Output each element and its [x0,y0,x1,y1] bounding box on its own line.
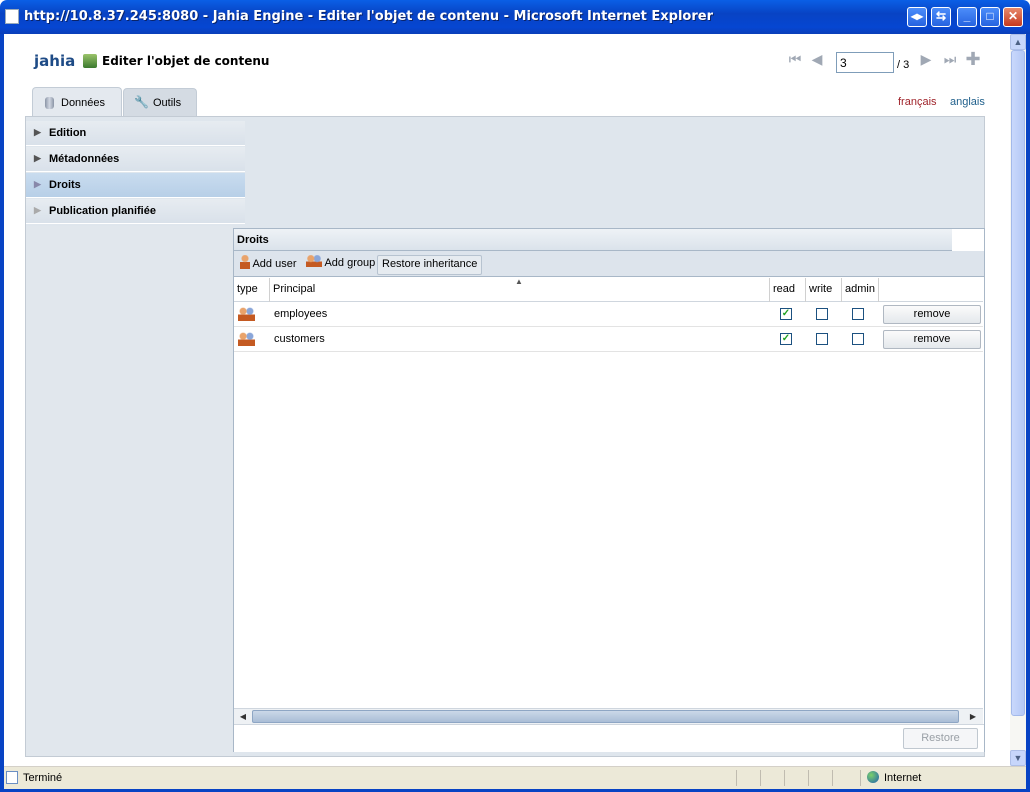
sort-ascending-icon: ▲ [515,277,523,286]
status-bar: Terminé Internet [4,766,1026,789]
group-icon [238,307,255,321]
accordion-droits[interactable]: ▶ Droits [26,173,245,198]
accordion-droits-label: Droits [49,179,81,191]
remove-button[interactable]: remove [883,330,981,349]
col-read[interactable]: read [770,278,806,302]
col-write[interactable]: write [806,278,842,302]
status-divider [860,770,861,786]
rights-toolbar: Add user Add group Restore inheritance [234,251,984,277]
page-total: / 3 [897,59,910,71]
page-title: Editer l'objet de contenu [102,54,270,68]
group-icon [238,332,255,346]
admin-checkbox[interactable] [852,333,864,345]
first-page-icon[interactable]: ⏮ [787,51,803,67]
accordion-metadonnees[interactable]: ▶ Métadonnées [26,147,245,172]
add-user-label: Add user [252,258,297,270]
scroll-left-arrow[interactable]: ◀ [235,710,251,723]
left-column [26,226,233,756]
scroll-up-arrow[interactable]: ▲ [1010,34,1026,50]
tab-donnees-label: Données [61,97,106,109]
accordion-edition-label: Edition [49,127,87,139]
window-title-bar[interactable]: http://10.8.37.245:8080 - Jahia Engine -… [0,0,1030,34]
status-divider [736,770,737,786]
zone-label: Internet [884,772,922,784]
expand-arrow-icon: ▶ [34,205,41,215]
lang-francais-link[interactable]: français [898,96,937,108]
previous-page-icon[interactable]: ◀ [809,51,825,67]
jahia-logo: jahia [34,52,76,70]
admin-checkbox[interactable] [852,308,864,320]
minimize-button[interactable]: _ [957,7,977,27]
col-admin[interactable]: admin [842,278,879,302]
table-row[interactable]: customers ✓ remove [234,327,983,352]
tab-donnees[interactable]: Données [32,87,122,118]
next-page-icon[interactable]: ▶ [918,51,934,67]
read-checkbox[interactable]: ✓ [780,308,792,320]
principal-name: employees [274,308,328,320]
horizontal-scrollbar[interactable]: ◀ ▶ [234,708,983,724]
tab-outils-label: Outils [153,97,182,109]
add-group-button[interactable]: Add group [306,255,375,273]
restore-button[interactable]: Restore [903,728,978,749]
rights-panel-header: Droits [234,229,952,251]
extra-window-button-2[interactable]: ⇆ [931,7,951,27]
status-divider [784,770,785,786]
write-checkbox[interactable] [816,333,828,345]
scroll-right-arrow[interactable]: ▶ [965,710,981,723]
vertical-scrollbar[interactable]: ▲ ▼ [1010,34,1026,766]
ie-page-icon [5,9,19,24]
rights-panel-title: Droits [237,234,269,246]
hscroll-thumb[interactable] [252,710,959,723]
rights-grid-header: type Principal ▲ read write admin [234,277,983,302]
globe-icon [867,771,879,783]
status-divider [760,770,761,786]
col-type[interactable]: type [234,278,270,302]
status-divider [832,770,833,786]
status-divider [808,770,809,786]
table-row[interactable]: employees ✓ remove [234,302,983,327]
col-actions [879,278,983,302]
add-group-label: Add group [324,257,376,269]
accordion-edition[interactable]: ▶ Edition [26,121,245,146]
tab-outils[interactable]: 🔧 Outils [123,88,197,116]
accordion-metadonnees-label: Métadonnées [49,153,120,165]
maximize-button[interactable]: □ [980,7,1000,27]
scroll-thumb[interactable] [1011,50,1025,716]
scroll-down-arrow[interactable]: ▼ [1010,750,1026,766]
accordion-publication-label: Publication planifiée [49,205,156,217]
expand-arrow-icon: ▶ [34,127,41,137]
window-frame-left [0,34,4,792]
close-button[interactable]: ✕ [1003,7,1023,27]
add-user-button[interactable]: Add user [240,255,296,273]
group-icon [306,255,322,267]
page-number-input[interactable] [836,52,894,73]
database-icon [45,97,54,109]
window-title: http://10.8.37.245:8080 - Jahia Engine -… [24,9,713,24]
write-checkbox[interactable] [816,308,828,320]
add-icon[interactable]: ✚ [965,50,981,68]
read-checkbox[interactable]: ✓ [780,333,792,345]
wrench-icon: 🔧 [134,95,149,109]
restore-inheritance-button[interactable]: Restore inheritance [377,255,483,275]
content-object-icon [83,54,97,68]
status-text: Terminé [23,772,63,784]
rights-footer [234,724,984,752]
remove-button[interactable]: remove [883,305,981,324]
lang-anglais-link[interactable]: anglais [950,96,985,108]
expand-arrow-icon: ▶ [34,153,41,163]
window-frame-right [1026,34,1030,792]
accordion-publication-planifiee[interactable]: ▶ Publication planifiée [26,199,245,224]
extra-window-button[interactable]: ◂▸ [907,7,927,27]
ie-page-icon [6,771,18,784]
last-page-icon[interactable]: ⏭ [942,51,958,67]
expand-arrow-icon: ▶ [34,179,41,189]
user-icon [240,255,250,269]
principal-name: customers [274,333,325,345]
